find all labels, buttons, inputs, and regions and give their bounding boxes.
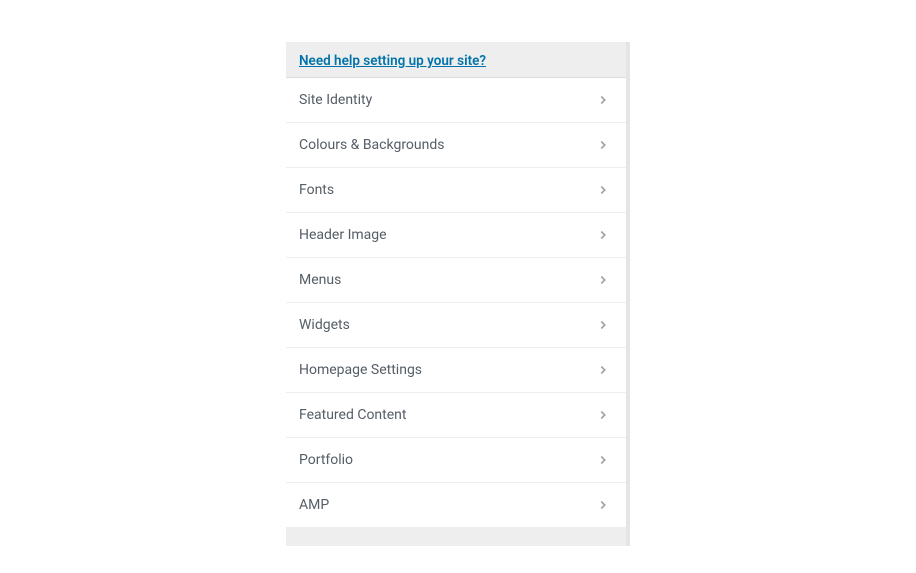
menu-item-homepage-settings[interactable]: Homepage Settings [286, 348, 626, 393]
customizer-panel: Need help setting up your site? Site Ide… [286, 42, 630, 546]
chevron-right-icon [593, 225, 613, 245]
menu-item-featured-content[interactable]: Featured Content [286, 393, 626, 438]
menu-item-fonts[interactable]: Fonts [286, 168, 626, 213]
help-banner: Need help setting up your site? [286, 42, 626, 78]
menu-item-label: Fonts [299, 182, 593, 198]
menu-item-menus[interactable]: Menus [286, 258, 626, 303]
chevron-right-icon [593, 450, 613, 470]
menu-item-label: Header Image [299, 227, 593, 243]
chevron-right-icon [593, 315, 613, 335]
chevron-right-icon [593, 495, 613, 515]
chevron-right-icon [593, 180, 613, 200]
chevron-right-icon [593, 360, 613, 380]
menu-item-amp[interactable]: AMP [286, 483, 626, 528]
panel-bottom-spacer [286, 528, 626, 546]
menu-item-label: Widgets [299, 317, 593, 333]
chevron-right-icon [593, 135, 613, 155]
menu-item-label: Portfolio [299, 452, 593, 468]
menu-item-colours-backgrounds[interactable]: Colours & Backgrounds [286, 123, 626, 168]
chevron-right-icon [593, 405, 613, 425]
help-link[interactable]: Need help setting up your site? [299, 53, 486, 69]
menu-item-label: Homepage Settings [299, 362, 593, 378]
menu-item-site-identity[interactable]: Site Identity [286, 78, 626, 123]
menu-item-widgets[interactable]: Widgets [286, 303, 626, 348]
menu-list: Site Identity Colours & Backgrounds Font… [286, 78, 626, 528]
menu-item-label: Featured Content [299, 407, 593, 423]
chevron-right-icon [593, 90, 613, 110]
menu-item-portfolio[interactable]: Portfolio [286, 438, 626, 483]
menu-item-label: Menus [299, 272, 593, 288]
chevron-right-icon [593, 270, 613, 290]
menu-item-label: AMP [299, 497, 593, 513]
menu-item-header-image[interactable]: Header Image [286, 213, 626, 258]
menu-item-label: Colours & Backgrounds [299, 137, 593, 153]
menu-item-label: Site Identity [299, 92, 593, 108]
